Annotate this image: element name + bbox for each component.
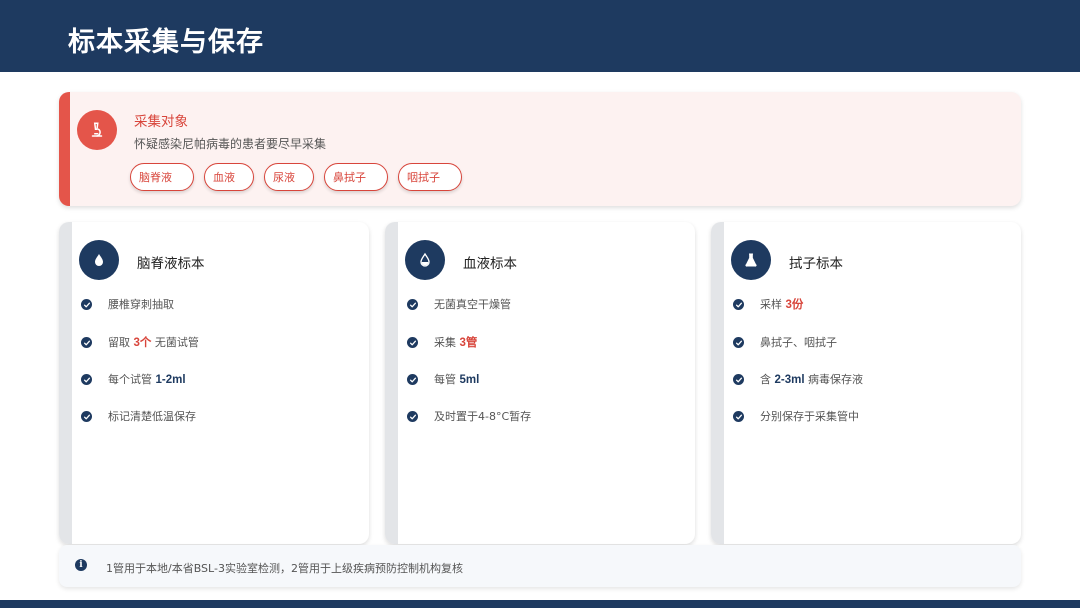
sample-chip: 血液 xyxy=(204,163,254,191)
card-list-item: 每个试管 1-2ml xyxy=(81,371,361,391)
highlight-value: 2-3ml xyxy=(774,374,805,386)
card-list-item: 无菌真空干燥管 xyxy=(407,296,687,316)
card-list-item: 鼻拭子、咽拭子 xyxy=(733,334,1013,354)
item-text-part: 采集 xyxy=(434,336,460,349)
item-text-part: 标记清楚低温保存 xyxy=(108,410,196,423)
footnote-panel: i 1管用于本地/本省BSL-3实验室检测，2管用于上级疾病预防控制机构复核 xyxy=(59,545,1021,587)
item-text: 标记清楚低温保存 xyxy=(108,408,196,424)
check-circle-icon xyxy=(733,411,744,422)
sample-chip: 咽拭子 xyxy=(398,163,462,191)
specimen-card: 血液标本无菌真空干燥管 采集 3管每管 5ml 及时置于4-8°C暂存 xyxy=(385,222,695,544)
sample-type-chips: 脑脊液 血液 尿液 鼻拭子 咽拭子 xyxy=(130,163,472,191)
card-rail xyxy=(385,222,398,544)
item-text: 腰椎穿刺抽取 xyxy=(108,296,174,312)
highlight-value: 3个 xyxy=(133,337,152,349)
check-circle-icon xyxy=(733,299,744,310)
item-text: 含 2-3ml 病毒保存液 xyxy=(760,371,863,387)
item-text-part: 腰椎穿刺抽取 xyxy=(108,298,174,311)
card-list-item: 含 2-3ml 病毒保存液 xyxy=(733,371,1013,391)
item-text: 采样 3份 xyxy=(760,296,803,312)
card-list-item: 每管 5ml xyxy=(407,371,687,391)
flask-icon xyxy=(731,240,771,280)
header-bar: 标本采集与保存 xyxy=(0,0,1080,72)
target-description: 怀疑感染尼帕病毒的患者要尽早采集 xyxy=(134,137,327,151)
item-text: 留取 3个 无菌试管 xyxy=(108,334,199,350)
check-circle-icon xyxy=(733,337,744,348)
target-heading: 采集对象 xyxy=(134,114,188,130)
item-text: 及时置于4-8°C暂存 xyxy=(434,408,531,424)
item-text-part: 无菌试管 xyxy=(151,336,199,349)
check-circle-icon xyxy=(81,411,92,422)
card-list-item: 采集 3管 xyxy=(407,334,687,354)
sample-chip: 鼻拭子 xyxy=(324,163,388,191)
collection-target-panel: 采集对象 怀疑感染尼帕病毒的患者要尽早采集 脑脊液 血液 尿液 鼻拭子 咽拭子 xyxy=(59,92,1021,206)
item-text: 每个试管 1-2ml xyxy=(108,371,186,387)
check-circle-icon xyxy=(733,374,744,385)
item-text-part: 每管 xyxy=(434,373,460,386)
item-text: 鼻拭子、咽拭子 xyxy=(760,334,837,350)
highlight-value: 1-2ml xyxy=(155,374,186,386)
page-title: 标本采集与保存 xyxy=(68,27,264,58)
blood-drop-icon xyxy=(405,240,445,280)
specimen-card: 拭子标本 采样 3份 鼻拭子、咽拭子含 2-3ml 病毒保存液 分别保存于采集管中 xyxy=(711,222,1021,544)
check-circle-icon xyxy=(81,337,92,348)
check-circle-icon xyxy=(407,299,418,310)
droplet-icon xyxy=(79,240,119,280)
card-list-item: 腰椎穿刺抽取 xyxy=(81,296,361,316)
item-text-part: 分别保存于采集管中 xyxy=(760,410,859,423)
highlight-value: 5ml xyxy=(459,374,480,386)
footnote-text: 1管用于本地/本省BSL-3实验室检测，2管用于上级疾病预防控制机构复核 xyxy=(106,562,463,575)
card-list-item: 留取 3个 无菌试管 xyxy=(81,334,361,354)
card-rail xyxy=(711,222,724,544)
card-list-item: 标记清楚低温保存 xyxy=(81,408,361,428)
bottom-bar xyxy=(0,600,1080,608)
item-text-part: 无菌真空干燥管 xyxy=(434,298,511,311)
card-list-item: 及时置于4-8°C暂存 xyxy=(407,408,687,428)
card-rail xyxy=(59,222,72,544)
info-icon: i xyxy=(75,559,87,571)
check-circle-icon xyxy=(407,337,418,348)
item-text: 分别保存于采集管中 xyxy=(760,408,859,424)
accent-stripe xyxy=(59,92,70,206)
item-text-part: 含 xyxy=(760,373,775,386)
check-circle-icon xyxy=(407,411,418,422)
card-title: 血液标本 xyxy=(463,256,517,272)
card-list-item: 分别保存于采集管中 xyxy=(733,408,1013,428)
item-text-part: 及时置于4-8°C暂存 xyxy=(434,410,532,423)
highlight-value: 3管 xyxy=(459,337,478,349)
check-circle-icon xyxy=(81,374,92,385)
item-text-part: 鼻拭子、咽拭子 xyxy=(760,336,837,349)
microscope-icon xyxy=(77,110,117,150)
card-list-item: 采样 3份 xyxy=(733,296,1013,316)
card-title: 拭子标本 xyxy=(789,256,843,272)
check-circle-icon xyxy=(81,299,92,310)
item-text-part: 留取 xyxy=(108,336,134,349)
item-text-part: 采样 xyxy=(760,298,786,311)
item-text-part: 每个试管 xyxy=(108,373,156,386)
specimen-card: 脑脊液标本 腰椎穿刺抽取 留取 3个 无菌试管 每个试管 1-2ml 标记清楚低温保存 xyxy=(59,222,369,544)
highlight-value: 3份 xyxy=(785,299,804,311)
item-text: 采集 3管 xyxy=(434,334,477,350)
card-title: 脑脊液标本 xyxy=(137,256,205,272)
sample-chip: 脑脊液 xyxy=(130,163,194,191)
item-text: 无菌真空干燥管 xyxy=(434,296,511,312)
sample-chip: 尿液 xyxy=(264,163,314,191)
item-text-part: 病毒保存液 xyxy=(804,373,864,386)
check-circle-icon xyxy=(407,374,418,385)
item-text: 每管 5ml xyxy=(434,371,479,387)
